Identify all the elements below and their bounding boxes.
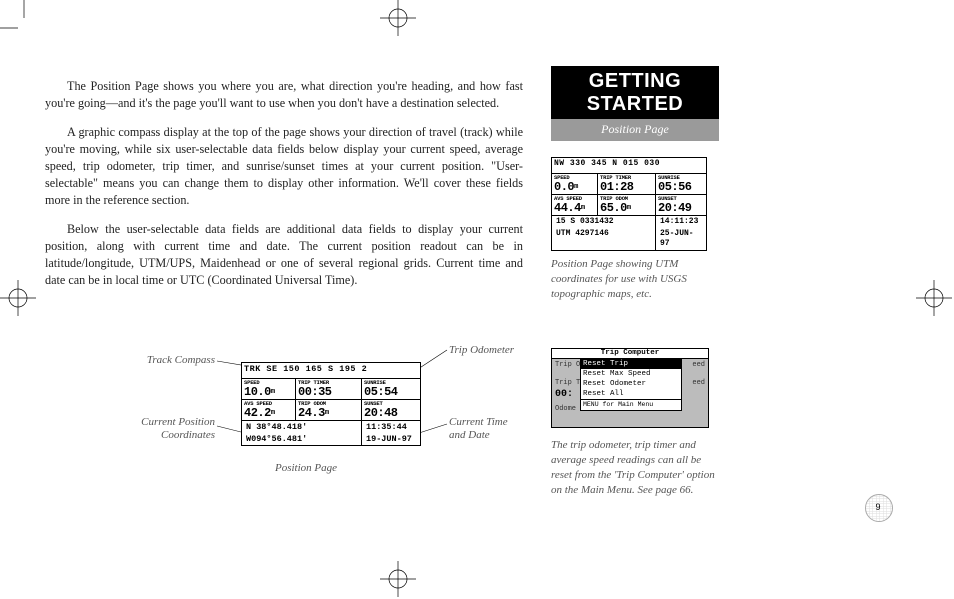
lcd-value: 20:49 — [658, 202, 704, 215]
page-number: 9 — [865, 502, 891, 512]
page-number-badge: 9 — [865, 494, 891, 520]
lcd-value: 05:54 — [364, 386, 418, 399]
reg-mark-top — [370, 0, 430, 44]
bg-text: eed — [692, 379, 705, 387]
lcd-compass-strip: NW 330 345 N 015 030 — [552, 158, 706, 174]
lcd-pos: 15 S 0331432 — [556, 217, 614, 227]
bg-text: Odome — [555, 405, 576, 413]
lcd-value: 00:35 — [298, 386, 359, 399]
lcd-time: 11:35:44 — [366, 422, 407, 432]
lcd-date: 19-JUN-97 — [366, 434, 412, 444]
lcd-value: 42.2 — [244, 406, 271, 420]
menu-item-reset-all[interactable]: Reset All — [581, 389, 681, 399]
main-text-column: The Position Page shows you where you ar… — [45, 78, 523, 301]
reg-mark-right — [910, 270, 954, 330]
lcd-value: 44.4 — [554, 201, 581, 215]
paragraph-1: The Position Page shows you where you ar… — [45, 78, 523, 112]
reg-mark-left — [0, 270, 44, 330]
trip-computer-menu: Reset Trip Reset Max Speed Reset Odomete… — [580, 358, 682, 411]
lcd-value: 01:28 — [600, 181, 653, 194]
menu-item-reset-odometer[interactable]: Reset Odometer — [581, 379, 681, 389]
reg-mark-bottom — [370, 555, 430, 599]
lcd-value: 24.3 — [298, 406, 325, 420]
lcd-pos: N 38°48.418' — [246, 422, 307, 432]
paragraph-3: Below the user-selectable data fields ar… — [45, 221, 523, 289]
lcd-pos: UTM 4297146 — [556, 229, 609, 239]
section-subtitle: Position Page — [551, 119, 719, 141]
paragraph-2: A graphic compass display at the top of … — [45, 124, 523, 209]
lcd-date: 25-JUN-97 — [660, 229, 702, 249]
menu-item-reset-trip[interactable]: Reset Trip — [581, 359, 681, 369]
lcd-time: 14:11:23 — [660, 217, 698, 227]
bg-text: 00: — [555, 389, 573, 400]
lcd-value: 0.0 — [554, 180, 574, 194]
lcd-value: 20:48 — [364, 407, 418, 420]
bg-text: eed — [692, 361, 705, 369]
section-header: GETTING STARTED Position Page — [551, 66, 719, 141]
menu-item-reset-max-speed[interactable]: Reset Max Speed — [581, 369, 681, 379]
section-title: GETTING STARTED — [551, 66, 719, 119]
lcd-pos: W094°56.481' — [246, 434, 307, 444]
position-page-diagram: Track Compass Trip Odometer Current Posi… — [45, 328, 523, 498]
lcd-value: 65.0 — [600, 201, 627, 215]
lcd-screenshot-main: TRK SE 150 165 S 195 2 SPEED 10.0m TRIP … — [241, 362, 421, 446]
lcd-screenshot-utm: NW 330 345 N 015 030 SPEED 0.0m TRIP TIM… — [551, 157, 707, 251]
lcd-value: 10.0 — [244, 385, 271, 399]
caption-menu: The trip odometer, trip timer and averag… — [551, 438, 717, 498]
lcd-value: 05:56 — [658, 181, 704, 194]
lcd-compass-strip: TRK SE 150 165 S 195 2 — [242, 363, 420, 379]
caption-utm: Position Page showing UTM coordinates fo… — [551, 257, 711, 302]
lcd-screenshot-menu: Trip Od eed Trip Ti eed 00: Odome Trip C… — [551, 348, 709, 428]
menu-hint: MENU for Main Menu — [581, 399, 681, 410]
sidebar: GETTING STARTED Position Page NW 330 345… — [551, 66, 721, 498]
